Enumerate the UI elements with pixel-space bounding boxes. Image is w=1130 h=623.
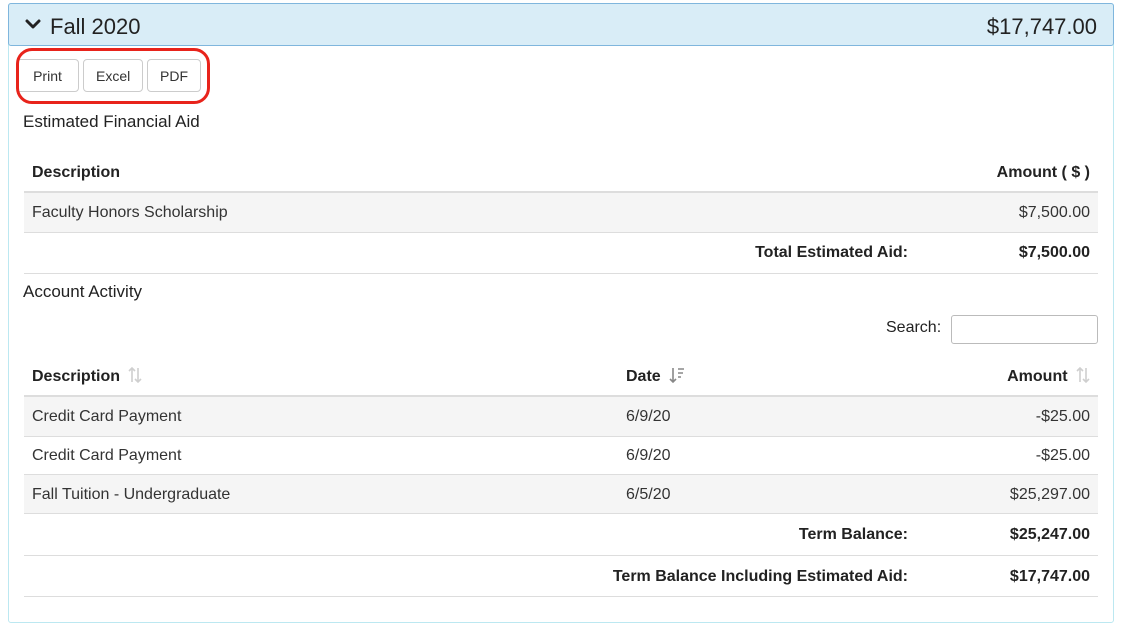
term-balance-label: Term Balance: xyxy=(798,526,908,543)
term-balance-row: Term Balance: $25,247.00 xyxy=(24,513,1098,555)
aid-col-amount: Amount ( $ ) xyxy=(996,164,1090,181)
activity-col-amount-label: Amount xyxy=(1007,368,1068,385)
term-title: Fall 2020 xyxy=(50,14,141,39)
aid-row-amount: $7,500.00 xyxy=(1018,204,1090,221)
term-balance-value: $25,247.00 xyxy=(1009,526,1090,543)
term-balance-aid-value: $17,747.00 xyxy=(1009,568,1090,585)
activity-section-title: Account Activity xyxy=(23,282,143,301)
chevron-down-icon[interactable] xyxy=(25,16,41,32)
term-balance-aid-label: Term Balance Including Estimated Aid: xyxy=(612,568,908,585)
activity-row-description: Fall Tuition - Undergraduate xyxy=(32,486,231,503)
activity-row-date: 6/9/20 xyxy=(626,408,671,425)
aid-table-row: Faculty Honors Scholarship $7,500.00 xyxy=(24,193,1098,232)
activity-row-amount: $25,297.00 xyxy=(1009,486,1090,503)
sort-both-icon xyxy=(1076,367,1090,383)
activity-table-row: Credit Card Payment 6/9/20 -$25.00 xyxy=(24,436,1098,474)
sort-both-icon xyxy=(128,367,143,383)
search-label: Search: xyxy=(886,319,942,336)
term-panel-heading[interactable]: Fall 2020 $17,747.00 xyxy=(8,3,1114,46)
activity-row-description: Credit Card Payment xyxy=(32,447,182,464)
aid-total-row: Total Estimated Aid: $7,500.00 xyxy=(24,232,1098,274)
activity-table-row: Credit Card Payment 6/9/20 -$25.00 xyxy=(24,397,1098,436)
activity-col-date-label: Date xyxy=(626,368,661,385)
excel-button[interactable]: Excel xyxy=(83,59,143,92)
activity-row-date: 6/9/20 xyxy=(626,447,671,464)
aid-total-value: $7,500.00 xyxy=(1018,244,1090,261)
aid-total-label: Total Estimated Aid: xyxy=(755,244,908,261)
term-balance-aid-row: Term Balance Including Estimated Aid: $1… xyxy=(24,555,1098,597)
pdf-button[interactable]: PDF xyxy=(147,59,201,92)
export-buttons: Print Excel PDF xyxy=(16,59,201,92)
activity-table-header: Description Date Amount xyxy=(24,356,1098,397)
aid-section-title: Estimated Financial Aid xyxy=(23,112,200,131)
print-button[interactable]: Print xyxy=(16,59,79,92)
activity-row-description: Credit Card Payment xyxy=(32,408,182,425)
activity-col-date[interactable]: Date xyxy=(626,367,685,386)
aid-table-header: Description Amount ( $ ) xyxy=(24,153,1098,193)
aid-col-description: Description xyxy=(32,164,121,181)
activity-row-amount: -$25.00 xyxy=(1035,447,1090,464)
activity-col-description[interactable]: Description xyxy=(32,367,143,386)
activity-col-description-label: Description xyxy=(32,368,121,385)
activity-table-row: Fall Tuition - Undergraduate 6/5/20 $25,… xyxy=(24,474,1098,513)
activity-row-date: 6/5/20 xyxy=(626,486,671,503)
activity-col-amount[interactable]: Amount xyxy=(1007,367,1090,386)
sort-descending-icon xyxy=(669,368,685,383)
aid-row-description: Faculty Honors Scholarship xyxy=(32,204,228,221)
term-total: $17,747.00 xyxy=(986,14,1097,39)
search-input[interactable] xyxy=(951,315,1098,344)
activity-row-amount: -$25.00 xyxy=(1035,408,1090,425)
